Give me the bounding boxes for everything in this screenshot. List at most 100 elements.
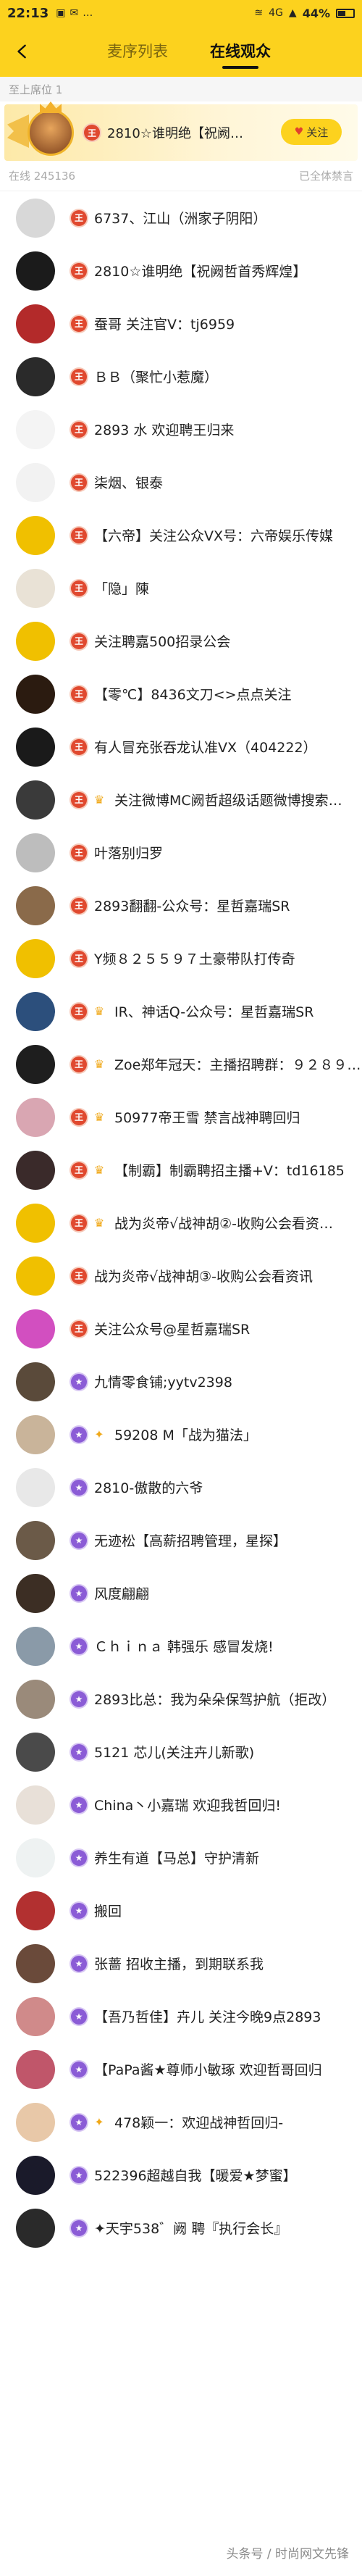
viewer-row[interactable]: 王有人冒充张吞龙认准VX（404222） — [0, 720, 362, 773]
viewer-row[interactable]: ★ China丶小嘉瑞 欢迎我哲回归! — [0, 1778, 362, 1831]
viewer-avatar[interactable] — [16, 1785, 55, 1825]
viewer-row[interactable]: 王 2893 水 欢迎聘王归来 — [0, 403, 362, 456]
viewer-avatar[interactable] — [16, 674, 55, 714]
viewer-row[interactable]: ★ ✦天宇538゛阙 聘『执行会长』 — [0, 2201, 362, 2254]
viewer-row[interactable]: 王 ♛ 【制霸】制霸聘招主播+V：td16185 — [0, 1143, 362, 1196]
viewer-row[interactable]: 王 2810☆谁明绝【祝阙哲首秀辉煌】 — [0, 244, 362, 297]
viewer-avatar[interactable] — [16, 1256, 55, 1296]
viewer-avatar[interactable] — [16, 462, 55, 502]
viewer-row[interactable]: 王【零℃】8436文刀<>点点关注 — [0, 667, 362, 720]
viewer-row[interactable]: 王 ♛ IR、神话Q-公众号：星哲嘉瑞SR — [0, 985, 362, 1038]
viewer-row[interactable]: 王柒烟、银泰 — [0, 456, 362, 509]
wing-decoration-icon — [7, 114, 29, 148]
viewer-avatar[interactable] — [16, 515, 55, 555]
viewer-avatar[interactable] — [16, 568, 55, 608]
viewer-row[interactable]: 王 ＢＢ（聚忙小惹魔） — [0, 350, 362, 403]
viewer-avatar[interactable] — [16, 1626, 55, 1666]
viewer-row[interactable]: 王 ♛ 关注微博MC阙哲超级话题微博搜索… — [0, 773, 362, 826]
crown-icon: ♛ — [93, 1110, 105, 1124]
viewer-row[interactable]: ★ Ｃｈｉｎａ 韩强乐 感冒发烧! — [0, 1620, 362, 1672]
viewer-avatar[interactable] — [16, 198, 55, 238]
viewer-avatar[interactable] — [16, 727, 55, 767]
viewer-row[interactable]: 王叶落别归罗 — [0, 826, 362, 879]
viewer-avatar[interactable] — [16, 2049, 55, 2089]
viewer-row[interactable]: 王 2893翻翻-公众号：星哲嘉瑞SR — [0, 879, 362, 932]
viewer-avatar[interactable] — [16, 1097, 55, 1137]
purple-level-badge-icon: ★ — [71, 1638, 87, 1654]
viewer-avatar[interactable] — [16, 1838, 55, 1877]
viewer-row[interactable]: 王 ♛ Zoe郑年冠天：主播招聘群：９２８９００ — [0, 1038, 362, 1091]
viewer-row[interactable]: 王战为炎帝√战神胡③-收购公会看资讯 — [0, 1249, 362, 1302]
viewer-avatar[interactable] — [16, 2155, 55, 2195]
viewer-row[interactable]: ★ 【吾乃哲佳】卉儿 关注今晚9点2893 — [0, 1990, 362, 2043]
viewer-avatar[interactable] — [16, 1414, 55, 1454]
viewer-avatar[interactable] — [16, 1044, 55, 1084]
tab-online-viewers[interactable]: 在线观众 — [210, 34, 271, 69]
red-level-badge-icon: 王 — [71, 368, 87, 385]
viewer-row[interactable]: ★ 无迹松【高薪招聘管理，星探】 — [0, 1514, 362, 1567]
viewer-row[interactable]: ★ 搬回 — [0, 1884, 362, 1937]
viewer-avatar[interactable] — [16, 1996, 55, 2036]
viewer-name: 张蔷 招收主播，到期联系我 — [94, 1956, 264, 1972]
viewer-row[interactable]: ★ 522396超越自我【暖爱★梦蜜】 — [0, 2148, 362, 2201]
viewer-row[interactable]: ★ 九情零食铺;yytv2398 — [0, 1355, 362, 1408]
viewer-row[interactable]: ★ 2810-傲散的六爷 — [0, 1461, 362, 1514]
back-button[interactable] — [10, 39, 35, 64]
top-viewer-avatar[interactable] — [28, 109, 74, 156]
viewer-row[interactable]: 王 Y频８２５５９７土豪带队打传奇 — [0, 932, 362, 985]
viewer-row[interactable]: 王【六帝】关注公众VX号：六帝娱乐传媒 — [0, 509, 362, 562]
viewer-avatar[interactable] — [16, 1573, 55, 1613]
viewer-avatar[interactable] — [16, 1520, 55, 1560]
viewer-row[interactable]: 王蚕哥 关注官V：tj6959 — [0, 297, 362, 350]
viewer-avatar[interactable] — [16, 1467, 55, 1507]
viewer-name: 柒烟、银泰 — [94, 475, 164, 491]
viewer-avatar[interactable] — [16, 357, 55, 396]
viewer-row[interactable]: 王 ♛ 战为炎帝√战神胡②-收购公会看资… — [0, 1196, 362, 1249]
viewer-row[interactable]: 王关注聘嘉500招录公会 — [0, 614, 362, 667]
viewer-avatar[interactable] — [16, 1679, 55, 1719]
purple-level-badge-icon: ★ — [71, 1426, 87, 1443]
status-time: 22:13 — [7, 5, 49, 21]
heart-icon: ♥ — [294, 126, 304, 138]
tab-mic-queue[interactable]: 麦序列表 — [107, 34, 168, 69]
viewer-avatar[interactable] — [16, 885, 55, 925]
red-level-badge-icon: 王 — [71, 791, 87, 808]
viewer-avatar[interactable] — [16, 991, 55, 1031]
viewer-avatar[interactable] — [16, 1943, 55, 1983]
follow-button[interactable]: ♥ 关注 — [281, 119, 342, 145]
viewer-avatar[interactable] — [16, 409, 55, 449]
purple-level-badge-icon: ★ — [71, 2061, 87, 2077]
viewer-avatar[interactable] — [16, 780, 55, 820]
viewer-avatar[interactable] — [16, 2102, 55, 2142]
viewer-avatar[interactable] — [16, 304, 55, 343]
viewer-row[interactable]: ★ 风度翩翩 — [0, 1567, 362, 1620]
viewer-row[interactable]: ★ ✦ 478颖一：欢迎战神哲回归- — [0, 2096, 362, 2148]
viewer-row[interactable]: ★ 养生有道【马总】守护清新 — [0, 1831, 362, 1884]
viewer-avatar[interactable] — [16, 1891, 55, 1930]
viewer-name: 2893翻翻-公众号：星哲嘉瑞SR — [94, 899, 290, 914]
viewer-avatar[interactable] — [16, 621, 55, 661]
red-level-badge-icon: 王 — [71, 633, 87, 649]
viewer-row[interactable]: 王「隐」陳 — [0, 562, 362, 614]
viewer-row[interactable]: ★ 2893比总：我为朵朵保驾护航（拒改） — [0, 1672, 362, 1725]
viewer-avatar[interactable] — [16, 1732, 55, 1772]
viewer-row[interactable]: 王关注公众号@星哲嘉瑞SR — [0, 1302, 362, 1355]
viewer-avatar[interactable] — [16, 1150, 55, 1190]
viewer-avatar[interactable] — [16, 251, 55, 291]
viewer-avatar[interactable] — [16, 938, 55, 978]
red-level-badge-icon: 王 — [71, 580, 87, 596]
network-type: 4G — [269, 7, 283, 19]
viewer-row[interactable]: ★ 张蔷 招收主播，到期联系我 — [0, 1937, 362, 1990]
viewer-avatar[interactable] — [16, 1203, 55, 1243]
viewer-row[interactable]: 王 ♛ 50977帝王雪 禁言战神聘回归 — [0, 1091, 362, 1143]
viewer-avatar[interactable] — [16, 2208, 55, 2248]
viewer-avatar[interactable] — [16, 1362, 55, 1401]
viewer-avatar[interactable] — [16, 1309, 55, 1349]
viewer-row[interactable]: ★ 5121 芯儿(关注卉儿新歌) — [0, 1725, 362, 1778]
viewer-row[interactable]: ★ 【PaPa酱★尊师小敏琢 欢迎哲哥回归 — [0, 2043, 362, 2096]
viewer-row[interactable]: 王 6737、江山（洲家子阴阳） — [0, 191, 362, 244]
viewer-avatar[interactable] — [16, 833, 55, 872]
online-count-bar: 在线 245136 已全体禁言 — [0, 161, 362, 191]
viewer-row[interactable]: ★ ✦ 59208 M「战为猫法」 — [0, 1408, 362, 1461]
top-viewer-card[interactable]: 王 2810☆谁明绝【祝阙哲… ♥ 关注 — [4, 104, 358, 161]
